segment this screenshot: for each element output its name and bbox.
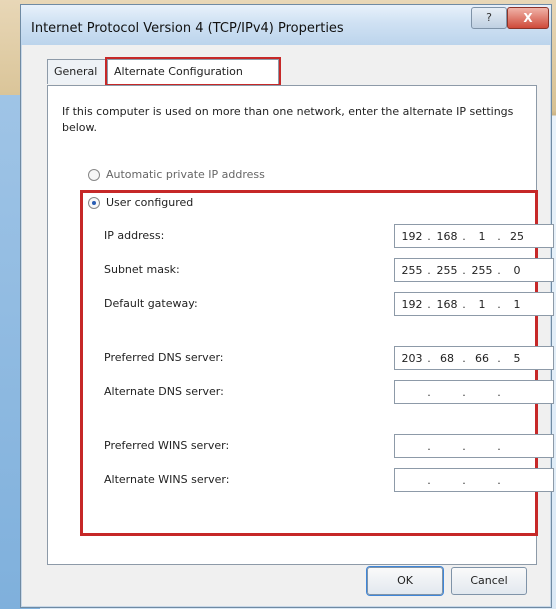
ip-dot-1: . [427, 474, 431, 487]
ip-octet-3: 1 [478, 298, 486, 311]
properties-dialog: Internet Protocol Version 4 (TCP/IPv4) P… [20, 4, 554, 608]
default-gateway-row: Default gateway: 192 . 168 . 1 . 1 [104, 292, 554, 316]
ip-dot-1: . [427, 298, 431, 311]
ip-octet-2: 168 [436, 230, 458, 243]
ip-address-row: IP address: 192 . 168 . 1 . 25 [104, 224, 554, 248]
ip-dot-1: . [427, 386, 431, 399]
close-button[interactable]: X [507, 7, 549, 29]
ip-address-label: IP address: [104, 229, 165, 242]
ip-dot-2: . [462, 386, 466, 399]
ip-dot-3: . [497, 352, 501, 365]
alternate-wins-input[interactable]: . . . [394, 468, 554, 492]
ip-dot-2: . [462, 474, 466, 487]
ip-dot-2: . [462, 298, 466, 311]
automatic-private-ip-radio[interactable]: Automatic private IP address [88, 168, 265, 181]
ip-octet-2: 68 [440, 352, 454, 365]
ip-octet-2: 168 [436, 298, 458, 311]
alternate-dns-label: Alternate DNS server: [104, 385, 224, 398]
ip-octet-4: 25 [510, 230, 524, 243]
tab-alternate-configuration[interactable]: Alternate Configuration [107, 59, 279, 84]
ip-dot-3: . [497, 440, 501, 453]
ip-dot-1: . [427, 264, 431, 277]
ip-octet-3: 66 [475, 352, 489, 365]
ip-octet-1: 203 [401, 352, 423, 365]
ip-dot-3: . [497, 298, 501, 311]
preferred-wins-input[interactable]: . . . [394, 434, 554, 458]
close-icon: X [523, 11, 533, 25]
default-gateway-input[interactable]: 192 . 168 . 1 . 1 [394, 292, 554, 316]
intro-text: If this computer is used on more than on… [62, 105, 514, 134]
ip-dot-2: . [462, 352, 466, 365]
ip-dot-3: . [497, 386, 501, 399]
automatic-private-ip-label: Automatic private IP address [106, 168, 265, 181]
ip-octet-1: 192 [401, 230, 423, 243]
subnet-mask-label: Subnet mask: [104, 263, 180, 276]
tab-general-label: General [54, 65, 98, 78]
ip-octet-3: 255 [471, 264, 493, 277]
ip-octet-1: 192 [401, 298, 423, 311]
ip-dot-2: . [462, 230, 466, 243]
ip-octet-3: 1 [478, 230, 486, 243]
tab-alternate-configuration-label: Alternate Configuration [114, 65, 243, 78]
cancel-button[interactable]: Cancel [451, 567, 527, 595]
ip-octet-4: 5 [513, 352, 521, 365]
help-button[interactable]: ? [471, 7, 507, 29]
ip-dot-1: . [427, 440, 431, 453]
ok-button[interactable]: OK [367, 567, 443, 595]
preferred-wins-label: Preferred WINS server: [104, 439, 230, 452]
alternate-dns-row: Alternate DNS server: . . . [104, 380, 554, 404]
ip-dot-3: . [497, 474, 501, 487]
title-bar: Internet Protocol Version 4 (TCP/IPv4) P… [21, 5, 551, 45]
ip-octet-2: 255 [436, 264, 458, 277]
ip-octet-4: 1 [513, 298, 521, 311]
ip-address-input[interactable]: 192 . 168 . 1 . 25 [394, 224, 554, 248]
ip-dot-3: . [497, 264, 501, 277]
preferred-dns-row: Preferred DNS server: 203 . 68 . 66 . 5 [104, 346, 554, 370]
window-title: Internet Protocol Version 4 (TCP/IPv4) P… [31, 21, 344, 36]
alternate-dns-input[interactable]: . . . [394, 380, 554, 404]
preferred-dns-label: Preferred DNS server: [104, 351, 224, 364]
tab-general[interactable]: General [47, 59, 115, 84]
ip-dot-1: . [427, 230, 431, 243]
ip-octet-4: 0 [513, 264, 521, 277]
default-gateway-label: Default gateway: [104, 297, 198, 310]
subnet-mask-row: Subnet mask: 255 . 255 . 255 . 0 [104, 258, 554, 282]
ip-dot-1: . [427, 352, 431, 365]
ip-dot-2: . [462, 264, 466, 277]
help-icon: ? [486, 11, 492, 24]
radio-unselected-icon [88, 168, 100, 181]
ip-dot-3: . [497, 230, 501, 243]
tab-panel: If this computer is used on more than on… [47, 85, 554, 565]
alternate-wins-row: Alternate WINS server: . . . [104, 468, 554, 492]
subnet-mask-input[interactable]: 255 . 255 . 255 . 0 [394, 258, 554, 282]
ip-octet-1: 255 [401, 264, 423, 277]
preferred-dns-input[interactable]: 203 . 68 . 66 . 5 [394, 346, 554, 370]
alternate-wins-label: Alternate WINS server: [104, 473, 230, 486]
preferred-wins-row: Preferred WINS server: . . . [104, 434, 554, 458]
ip-dot-2: . [462, 440, 466, 453]
